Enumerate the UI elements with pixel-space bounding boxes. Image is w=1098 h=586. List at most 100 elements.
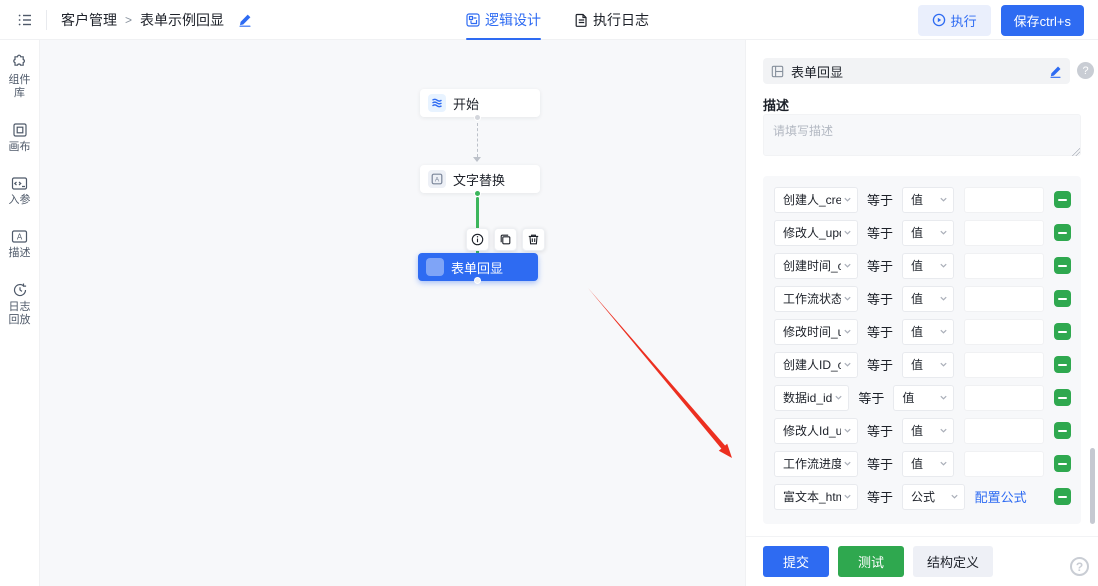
canvas-icon	[12, 122, 28, 138]
execution-log-icon	[575, 13, 588, 27]
menu-list-icon[interactable]	[12, 7, 38, 33]
tab-execution-log[interactable]: 执行日志	[575, 0, 649, 40]
remove-row-button[interactable]	[1054, 257, 1071, 274]
info-icon[interactable]	[466, 228, 489, 251]
output-port-dot[interactable]	[474, 277, 481, 284]
node-start[interactable]: 开始	[420, 89, 540, 117]
field-select[interactable]: 创建时间_c	[774, 253, 858, 279]
field-select[interactable]: 富文本_htm	[774, 484, 858, 510]
field-select-value: 修改时间_u	[783, 323, 841, 340]
value-type-select-value: 值	[911, 290, 937, 307]
remove-row-button[interactable]	[1054, 191, 1071, 208]
value-type-select[interactable]: 值	[902, 451, 954, 477]
condition-row: 创建时间_c 等于 值	[763, 249, 1081, 282]
red-annotation-arrow	[40, 40, 745, 586]
copy-icon[interactable]	[494, 228, 517, 251]
remove-row-button[interactable]	[1054, 488, 1071, 505]
schema-definition-button[interactable]: 结构定义	[913, 546, 993, 577]
sidebar-item-component-library[interactable]: 组件库	[0, 54, 40, 100]
configure-formula-link[interactable]: 配置公式	[975, 487, 1044, 506]
submit-button[interactable]: 提交	[763, 546, 829, 577]
field-select[interactable]: 修改人_upd	[774, 220, 858, 246]
minus-icon	[1058, 397, 1067, 399]
remove-row-button[interactable]	[1054, 389, 1071, 406]
field-select-value: 数据id_id	[783, 389, 832, 406]
value-type-select[interactable]: 值	[902, 220, 954, 246]
description-textarea[interactable]	[763, 114, 1081, 156]
value-input[interactable]	[964, 319, 1044, 345]
value-type-select[interactable]: 值	[902, 286, 954, 312]
sidebar-item-describe[interactable]: A 描述	[0, 229, 40, 260]
value-type-select[interactable]: 值	[902, 253, 954, 279]
field-select[interactable]: 工作流状态	[774, 286, 858, 312]
value-input[interactable]	[964, 418, 1044, 444]
node-label: 表单回显	[451, 258, 503, 277]
remove-row-button[interactable]	[1054, 455, 1071, 472]
operator-label: 等于	[858, 289, 902, 308]
field-select[interactable]: 数据id_id	[774, 385, 849, 411]
condition-row: 创建人_cre 等于 值	[763, 183, 1081, 216]
edit-title-pencil-icon[interactable]	[1049, 65, 1062, 78]
value-input[interactable]	[964, 187, 1044, 213]
field-select[interactable]: 修改人Id_u	[774, 418, 858, 444]
condition-row: 富文本_htm 等于 公式 配置公式	[763, 480, 1081, 513]
remove-row-button[interactable]	[1054, 323, 1071, 340]
remove-row-button[interactable]	[1054, 224, 1071, 241]
run-button[interactable]: 执行	[918, 5, 991, 36]
condition-row: 数据id_id 等于 值	[763, 381, 1081, 414]
minus-icon	[1058, 298, 1067, 300]
chevron-down-icon	[939, 360, 948, 369]
remove-row-button[interactable]	[1054, 290, 1071, 307]
value-input[interactable]	[964, 253, 1044, 279]
field-select[interactable]: 修改时间_u	[774, 319, 858, 345]
puzzle-icon	[11, 54, 28, 71]
field-select[interactable]: 创建人ID_c	[774, 352, 858, 378]
field-select[interactable]: 创建人_cre	[774, 187, 858, 213]
value-input[interactable]	[964, 352, 1044, 378]
value-type-select[interactable]: 值	[902, 418, 954, 444]
remove-row-button[interactable]	[1054, 356, 1071, 373]
rename-pencil-icon[interactable]	[238, 13, 252, 27]
value-type-select[interactable]: 值	[902, 319, 954, 345]
value-input[interactable]	[964, 451, 1044, 477]
output-port-dot[interactable]	[474, 114, 481, 121]
breadcrumb-root[interactable]: 客户管理	[61, 10, 117, 30]
value-input[interactable]	[964, 220, 1044, 246]
field-select[interactable]: 工作流进度	[774, 451, 858, 477]
panel-scrollbar-thumb[interactable]	[1090, 448, 1095, 524]
node-text-replace[interactable]: A 文字替换	[420, 165, 540, 193]
save-button[interactable]: 保存ctrl+s	[1001, 5, 1084, 36]
sidebar-item-log-replay[interactable]: 日志回放	[0, 282, 40, 327]
test-button[interactable]: 测试	[838, 546, 904, 577]
chevron-down-icon	[834, 393, 843, 402]
operator-label: 等于	[858, 355, 902, 374]
value-type-select[interactable]: 值	[902, 187, 954, 213]
operator-label: 等于	[858, 454, 902, 473]
chevron-down-icon	[939, 294, 948, 303]
chevron-down-icon	[843, 228, 852, 237]
tab-label: 逻辑设计	[485, 10, 541, 30]
workflow-canvas[interactable]: 开始 A 文字替换	[40, 40, 745, 586]
value-type-select[interactable]: 公式	[902, 484, 965, 510]
remove-row-button[interactable]	[1054, 422, 1071, 439]
chevron-down-icon	[843, 195, 852, 204]
value-input[interactable]	[964, 385, 1044, 411]
value-type-select-value: 值	[911, 323, 937, 340]
node-help-icon[interactable]: ?	[1077, 62, 1094, 79]
value-type-select[interactable]: 值	[893, 385, 954, 411]
trash-icon[interactable]	[522, 228, 545, 251]
tab-logic-design[interactable]: 逻辑设计	[466, 0, 541, 40]
sidebar-item-input-params[interactable]: 入参	[0, 176, 40, 207]
field-select-value: 修改人Id_u	[783, 422, 841, 439]
condition-rows-container: 创建人_cre 等于 值 修改人_upd 等于 值	[763, 176, 1081, 524]
operator-label: 等于	[849, 388, 893, 407]
node-label: 文字替换	[453, 170, 505, 189]
global-help-icon[interactable]: ?	[1070, 557, 1089, 576]
value-type-select-value: 公式	[911, 488, 948, 505]
condition-row: 修改时间_u 等于 值	[763, 315, 1081, 348]
sidebar-item-canvas[interactable]: 画布	[0, 122, 40, 154]
output-port-dot[interactable]	[474, 190, 481, 197]
value-input[interactable]	[964, 286, 1044, 312]
value-type-select[interactable]: 值	[902, 352, 954, 378]
sidebar-item-label: 画布	[5, 141, 35, 154]
